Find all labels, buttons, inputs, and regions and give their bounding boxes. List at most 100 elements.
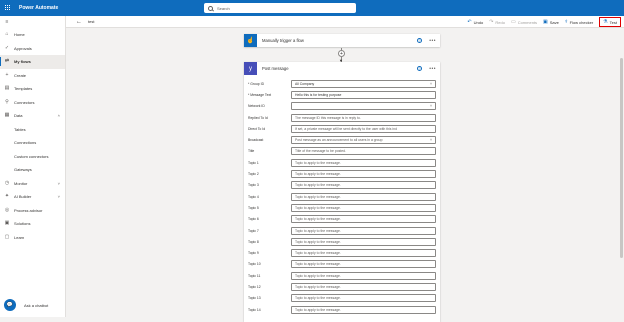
connectors-icon: ⚲ bbox=[5, 98, 9, 105]
field-placeholder: Topic to apply to the message. bbox=[295, 194, 341, 199]
flow-checker-button[interactable]: ⚕ Flow checker bbox=[565, 19, 593, 25]
test-button[interactable]: ⚗ Test bbox=[599, 17, 621, 27]
sidebar-item-approvals[interactable]: ✓ Approvals bbox=[0, 42, 65, 56]
field-input[interactable]: Topic to apply to the message. bbox=[291, 203, 436, 212]
redo-button[interactable]: ↷ Redo bbox=[489, 19, 505, 25]
field-input[interactable]: Topic to apply to the message. bbox=[291, 260, 436, 269]
field-input[interactable]: Topic to apply to the message. bbox=[291, 170, 436, 179]
comments-button[interactable]: ▭ Comments bbox=[511, 19, 537, 25]
sidebar-item-custom-connectors[interactable]: Custom connectors bbox=[0, 150, 65, 164]
field-placeholder: Topic to apply to the message. bbox=[295, 160, 341, 165]
save-icon: ▣ bbox=[543, 19, 548, 25]
chevron-icon[interactable]: ˄ bbox=[58, 113, 60, 118]
sidebar-item-templates[interactable]: ▤ Templates bbox=[0, 82, 65, 96]
sidebar-item-learn[interactable]: ▢ Learn bbox=[0, 231, 65, 245]
sidebar-item-my-flows[interactable]: ⇄ My flows bbox=[0, 55, 65, 69]
field-label: Title bbox=[248, 149, 255, 154]
insert-step-button[interactable]: + bbox=[338, 50, 345, 57]
field-placeholder: Topic to apply to the message. bbox=[295, 296, 341, 301]
field-input[interactable]: Title of the message to be posted. bbox=[291, 147, 436, 156]
field-input[interactable]: Hello this is for testing purpose bbox=[291, 90, 436, 99]
learn-icon: ▢ bbox=[4, 233, 10, 240]
more-options-icon[interactable]: ••• bbox=[429, 38, 436, 44]
flow-name: test bbox=[88, 19, 95, 24]
field-input[interactable]: Topic to apply to the message. bbox=[291, 181, 436, 190]
sidebar-item-create[interactable]: + Create bbox=[0, 69, 65, 83]
form-row: Topic 2 Topic to apply to the message. bbox=[248, 168, 436, 179]
chevron-icon[interactable]: ˅ bbox=[58, 194, 60, 199]
trigger-card[interactable]: ☝ Manually trigger a flow ? ••• bbox=[244, 34, 440, 47]
redo-icon: ↷ bbox=[489, 19, 494, 25]
form-row: Topic 14 Topic to apply to the message. bbox=[248, 304, 436, 315]
form-row: Replied To Id The message ID this message… bbox=[248, 112, 436, 123]
form-row: Network ID ˅ bbox=[248, 101, 436, 112]
field-placeholder: If set, a private message will be sent d… bbox=[295, 126, 397, 131]
field-label: Topic 2 bbox=[248, 172, 259, 177]
field-placeholder: Topic to apply to the message. bbox=[295, 284, 341, 289]
sidebar-item-home[interactable]: ⌂ Home bbox=[0, 28, 65, 42]
scrollbar-thumb[interactable] bbox=[620, 58, 623, 258]
sidebar-item-solutions[interactable]: ▣ Solutions bbox=[0, 217, 65, 231]
sidebar-item-monitor[interactable]: ◷ Monitor ˅ bbox=[0, 177, 65, 191]
back-arrow-icon[interactable]: ← bbox=[76, 19, 82, 25]
field-input[interactable]: Topic to apply to the message. bbox=[291, 271, 436, 280]
undo-button[interactable]: ↶ Undo bbox=[467, 19, 483, 25]
field-input[interactable]: ˅ bbox=[291, 102, 436, 111]
hamburger-icon: ≡ bbox=[5, 18, 9, 25]
field-input[interactable]: Topic to apply to the message. bbox=[291, 158, 436, 167]
ai-builder-icon: ✦ bbox=[4, 193, 10, 200]
field-label: Broadcast bbox=[248, 138, 264, 143]
form-row: Topic 8 Topic to apply to the message. bbox=[248, 236, 436, 247]
sidebar-item-process-advisor[interactable]: ◎ Process advisor bbox=[0, 204, 65, 218]
field-input[interactable]: Topic to apply to the message. bbox=[291, 226, 436, 235]
field-label: Topic 9 bbox=[248, 251, 259, 256]
field-input[interactable]: Topic to apply to the message. bbox=[291, 249, 436, 258]
field-label: Topic 3 bbox=[248, 183, 259, 188]
field-input[interactable]: If set, a private message will be sent d… bbox=[291, 124, 436, 133]
sidebar-item-label: Tables bbox=[14, 126, 26, 132]
form-row: Direct To Id If set, a private message wi… bbox=[248, 123, 436, 134]
sidebar-item-label: Connections bbox=[14, 140, 37, 146]
flow-designer-canvas: + ▼ ☝ Manually trigger a flow ? ••• y Po… bbox=[66, 28, 618, 322]
trigger-card-title: Manually trigger a flow bbox=[262, 38, 304, 43]
field-input[interactable]: Topic to apply to the message. bbox=[291, 215, 436, 224]
sidebar-item-ai-builder[interactable]: ✦ AI Builder ˅ bbox=[0, 190, 65, 204]
sidebar-item-connectors[interactable]: ⚲ Connectors bbox=[0, 96, 65, 110]
chevron-icon[interactable]: ˅ bbox=[58, 181, 60, 186]
hamburger-menu[interactable]: ≡ bbox=[0, 16, 65, 28]
action-form: * Group ID All Company ˅ * Message Text Hell… bbox=[244, 75, 440, 315]
field-input[interactable]: Topic to apply to the message. bbox=[291, 282, 436, 291]
field-label: Topic 1 bbox=[248, 160, 259, 165]
chevron-down-icon[interactable]: ˅ bbox=[430, 104, 432, 108]
search-box[interactable]: Search bbox=[204, 3, 356, 13]
field-input[interactable]: Topic to apply to the message. bbox=[291, 294, 436, 303]
field-value: Hello this is for testing purpose bbox=[295, 92, 342, 97]
help-icon[interactable]: ? bbox=[417, 66, 422, 71]
field-label: Topic 13 bbox=[248, 296, 261, 301]
form-row: Topic 12 Topic to apply to the message. bbox=[248, 281, 436, 292]
field-input[interactable]: The message ID this message is in reply … bbox=[291, 113, 436, 122]
ask-chatbot-button[interactable]: 💬 Ask a chatbot bbox=[4, 299, 48, 311]
field-input[interactable]: Topic to apply to the message. bbox=[291, 237, 436, 246]
field-input[interactable]: Post message as an announcement to all u… bbox=[291, 136, 436, 145]
field-label: Topic 14 bbox=[248, 307, 261, 312]
field-input[interactable]: Topic to apply to the message. bbox=[291, 192, 436, 201]
field-label: Topic 7 bbox=[248, 228, 259, 233]
sidebar-item-gateways[interactable]: Gateways bbox=[0, 163, 65, 177]
save-button[interactable]: ▣ Save bbox=[543, 19, 559, 25]
sidebar-item-label: AI Builder bbox=[14, 194, 32, 200]
field-input[interactable]: All Company ˅ bbox=[291, 79, 436, 88]
sidebar-item-tables[interactable]: Tables bbox=[0, 123, 65, 137]
vertical-scrollbar[interactable] bbox=[618, 28, 624, 317]
post-message-card[interactable]: y Post message ? ••• * Group ID All Compa… bbox=[244, 62, 440, 322]
more-options-icon[interactable]: ••• bbox=[429, 66, 436, 72]
form-row: Topic 11 Topic to apply to the message. bbox=[248, 270, 436, 281]
field-input[interactable]: Topic to apply to the message. bbox=[291, 305, 436, 314]
app-launcher-icon[interactable] bbox=[0, 0, 16, 16]
chevron-down-icon[interactable]: ˅ bbox=[430, 138, 432, 142]
sidebar-item-connections[interactable]: Connections bbox=[0, 136, 65, 150]
chevron-down-icon[interactable]: ˅ bbox=[430, 82, 432, 86]
field-placeholder: Topic to apply to the message. bbox=[295, 251, 341, 256]
sidebar-item-data[interactable]: ▦ Data ˄ bbox=[0, 109, 65, 123]
help-icon[interactable]: ? bbox=[417, 38, 422, 43]
